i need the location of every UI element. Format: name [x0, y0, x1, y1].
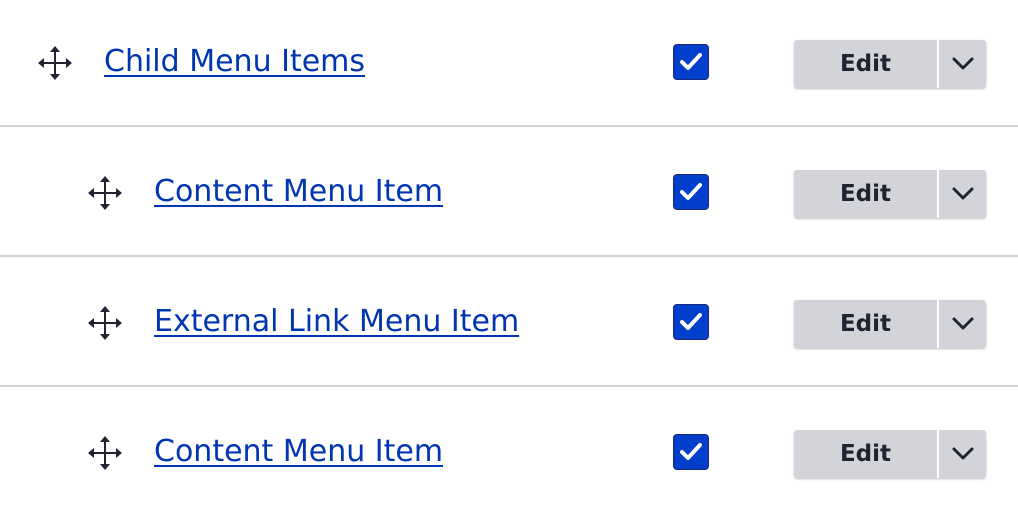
move-arrows-icon[interactable] — [86, 304, 124, 342]
checkmark-icon — [680, 443, 702, 460]
table-row: Child Menu Items Edit — [0, 0, 1018, 127]
chevron-down-icon — [952, 317, 974, 330]
table-row: External Link Menu Item Edit — [0, 259, 1018, 387]
table-row: Content Menu Item Edit — [0, 129, 1018, 257]
table-row: Content Menu Item Edit — [0, 389, 1018, 506]
dropbutton-toggle[interactable] — [939, 300, 986, 348]
operations-dropbutton: Edit — [794, 40, 986, 88]
checkmark-icon — [680, 53, 702, 70]
chevron-down-icon — [952, 57, 974, 70]
move-arrows-icon[interactable] — [36, 44, 74, 82]
enabled-checkbox[interactable] — [673, 304, 709, 340]
chevron-down-icon — [952, 187, 974, 200]
dropbutton-toggle[interactable] — [939, 430, 986, 478]
operations-dropbutton: Edit — [794, 170, 986, 218]
menu-item-link[interactable]: Content Menu Item — [154, 434, 443, 470]
operations-dropbutton: Edit — [794, 300, 986, 348]
operations-dropbutton: Edit — [794, 430, 986, 478]
edit-button[interactable]: Edit — [794, 300, 937, 348]
checkmark-icon — [680, 183, 702, 200]
enabled-checkbox[interactable] — [673, 44, 709, 80]
dropbutton-toggle[interactable] — [939, 170, 986, 218]
edit-button[interactable]: Edit — [794, 430, 937, 478]
enabled-checkbox[interactable] — [673, 434, 709, 470]
move-arrows-icon[interactable] — [86, 174, 124, 212]
move-arrows-icon[interactable] — [86, 434, 124, 472]
menu-links-table: Child Menu Items Edit Content Menu Item … — [0, 0, 1018, 506]
menu-item-link[interactable]: External Link Menu Item — [154, 304, 519, 340]
checkmark-icon — [680, 313, 702, 330]
chevron-down-icon — [952, 447, 974, 460]
enabled-checkbox[interactable] — [673, 174, 709, 210]
menu-item-link[interactable]: Content Menu Item — [154, 174, 443, 210]
edit-button[interactable]: Edit — [794, 170, 937, 218]
dropbutton-toggle[interactable] — [939, 40, 986, 88]
edit-button[interactable]: Edit — [794, 40, 937, 88]
menu-item-link[interactable]: Child Menu Items — [104, 44, 365, 80]
